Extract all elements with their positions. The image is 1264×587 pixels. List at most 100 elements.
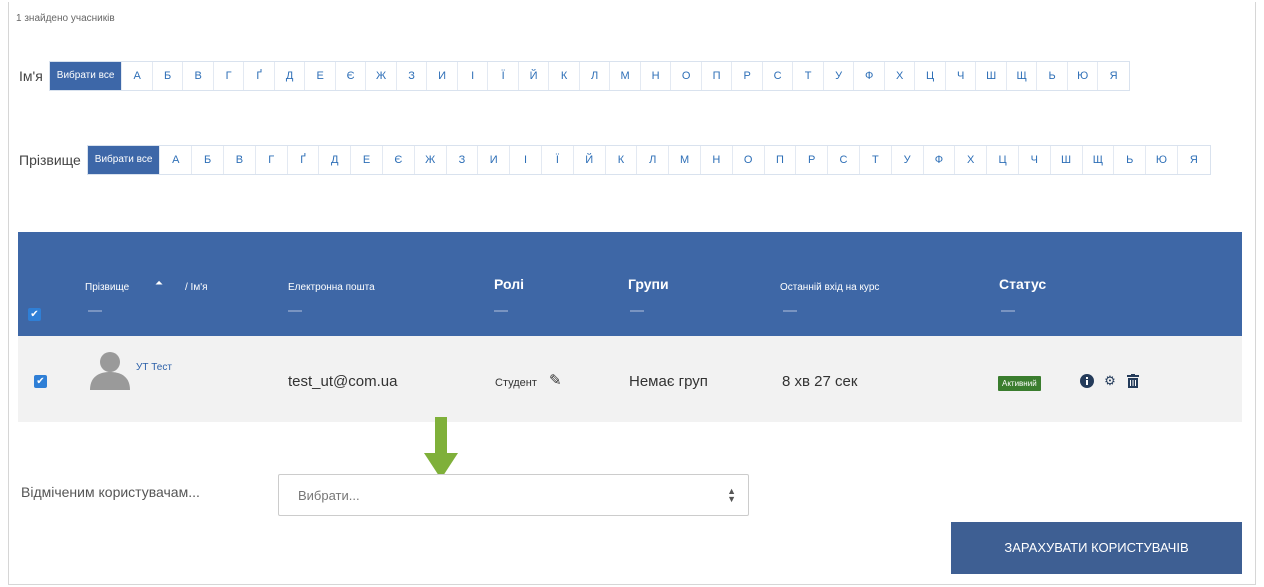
lastname-letter[interactable]: С xyxy=(828,146,860,174)
firstname-letter[interactable]: Х xyxy=(885,62,916,90)
firstname-letter[interactable]: І xyxy=(458,62,489,90)
firstname-letter[interactable]: М xyxy=(610,62,641,90)
firstname-letter[interactable]: О xyxy=(671,62,702,90)
firstname-letter[interactable]: З xyxy=(397,62,428,90)
firstname-letter[interactable]: Ц xyxy=(915,62,946,90)
lastname-letter[interactable]: Ч xyxy=(1019,146,1051,174)
lastname-letter[interactable]: О xyxy=(733,146,765,174)
firstname-letter[interactable]: А xyxy=(122,62,153,90)
lastname-letter[interactable]: Б xyxy=(192,146,224,174)
lastname-letter[interactable]: Ш xyxy=(1051,146,1083,174)
lastname-letter[interactable]: Й xyxy=(574,146,606,174)
select-all-checkbox[interactable]: ✔ xyxy=(28,308,41,321)
lastname-letters: Вибрати все АБВГҐДЕЄЖЗИІЇЙКЛМНОПРСТУФХЦЧ… xyxy=(86,145,1211,175)
bulk-action-select-value: Вибрати... xyxy=(298,488,360,503)
column-email[interactable]: Електронна пошта xyxy=(288,282,375,293)
lastname-letter[interactable]: Ц xyxy=(987,146,1019,174)
firstname-letter[interactable]: Л xyxy=(580,62,611,90)
lastname-filter: Прізвище Вибрати все АБВГҐДЕЄЖЗИІЇЙКЛМНО… xyxy=(19,145,1211,175)
lastname-letter[interactable]: Х xyxy=(955,146,988,174)
firstname-letter[interactable]: Г xyxy=(214,62,245,90)
lastname-letter[interactable]: У xyxy=(892,146,924,174)
lastname-letter[interactable]: В xyxy=(224,146,256,174)
lastname-letter[interactable]: Ї xyxy=(542,146,574,174)
column-lastname[interactable]: Прізвище xyxy=(85,282,129,293)
lastname-letter[interactable]: Н xyxy=(701,146,733,174)
lastname-letter[interactable]: А xyxy=(160,146,193,174)
lastname-letter[interactable]: Т xyxy=(860,146,892,174)
firstname-letter[interactable]: Ж xyxy=(366,62,397,90)
lastname-letter[interactable]: Ґ xyxy=(288,146,320,174)
lastname-letter[interactable]: К xyxy=(606,146,638,174)
firstname-letter[interactable]: Ґ xyxy=(244,62,275,90)
table-header: ✔ Прізвище ⏶ / Ім'я Електронна пошта Рол… xyxy=(18,232,1242,336)
firstname-letter[interactable]: Ф xyxy=(854,62,885,90)
row-checkbox[interactable]: ✔ xyxy=(34,375,47,388)
user-name-link[interactable]: УТ Тест xyxy=(136,362,172,373)
lastname-letter[interactable]: И xyxy=(478,146,511,174)
firstname-letters: Вибрати все АБВГҐДЕЄЖЗИІЇЙКЛМНОПРСТУФХЦЧ… xyxy=(48,61,1130,91)
firstname-letter[interactable]: Й xyxy=(519,62,550,90)
column-last-access[interactable]: Останній вхід на курс xyxy=(780,282,879,293)
lastname-letter[interactable]: Р xyxy=(796,146,829,174)
column-lastname-collapse[interactable] xyxy=(88,310,102,312)
gear-icon[interactable]: ⚙ xyxy=(1103,374,1117,388)
firstname-letter[interactable]: У xyxy=(824,62,855,90)
firstname-letter[interactable]: Ч xyxy=(946,62,977,90)
lastname-letter[interactable]: Ж xyxy=(415,146,447,174)
lastname-letter[interactable]: Щ xyxy=(1083,146,1115,174)
firstname-letter[interactable]: И xyxy=(427,62,458,90)
lastname-letter[interactable]: Д xyxy=(319,146,352,174)
firstname-letter[interactable]: Д xyxy=(275,62,306,90)
lastname-letter[interactable]: І xyxy=(510,146,542,174)
bulk-action-select[interactable]: Вибрати... ▲ ▼ xyxy=(278,474,749,516)
user-role: Студент xyxy=(495,377,537,389)
lastname-filter-label: Прізвище xyxy=(19,152,81,168)
lastname-letter[interactable]: Ю xyxy=(1146,146,1178,174)
column-roles-collapse[interactable] xyxy=(494,310,508,312)
firstname-letter[interactable]: Р xyxy=(732,62,763,90)
firstname-letter[interactable]: П xyxy=(702,62,733,90)
firstname-letter[interactable]: Ш xyxy=(976,62,1007,90)
column-last-access-collapse[interactable] xyxy=(783,310,797,312)
trash-icon[interactable] xyxy=(1126,374,1140,388)
column-groups-collapse[interactable] xyxy=(630,310,644,312)
firstname-letter[interactable]: Н xyxy=(641,62,672,90)
firstname-letter[interactable]: Ю xyxy=(1068,62,1099,90)
lastname-select-all[interactable]: Вибрати все xyxy=(87,146,161,174)
lastname-letter[interactable]: Л xyxy=(637,146,670,174)
firstname-filter-label: Ім'я xyxy=(19,68,43,84)
user-email: test_ut@com.ua xyxy=(288,373,398,390)
firstname-letter[interactable]: Т xyxy=(793,62,824,90)
firstname-letter[interactable]: Б xyxy=(153,62,184,90)
lastname-letter[interactable]: Я xyxy=(1178,146,1210,174)
lastname-letter[interactable]: Е xyxy=(351,146,383,174)
column-email-collapse[interactable] xyxy=(288,310,302,312)
column-status-collapse[interactable] xyxy=(1001,310,1015,312)
info-icon[interactable] xyxy=(1080,374,1094,388)
column-firstname[interactable]: / Ім'я xyxy=(185,282,208,293)
enrol-users-button[interactable]: ЗАРАХУВАТИ КОРИСТУВАЧІВ xyxy=(951,522,1242,574)
lastname-letter[interactable]: Ф xyxy=(924,146,956,174)
firstname-letter[interactable]: К xyxy=(549,62,580,90)
firstname-letter[interactable]: С xyxy=(763,62,794,90)
sort-up-icon[interactable]: ⏶ xyxy=(155,278,163,289)
column-roles: Ролі xyxy=(494,276,524,292)
firstname-select-all[interactable]: Вибрати все xyxy=(49,62,123,90)
lastname-letter[interactable]: Г xyxy=(256,146,288,174)
lastname-letter[interactable]: Є xyxy=(383,146,415,174)
lastname-letter[interactable]: М xyxy=(669,146,701,174)
firstname-letter[interactable]: Е xyxy=(305,62,336,90)
user-groups: Немає груп xyxy=(629,373,708,390)
lastname-letter[interactable]: З xyxy=(447,146,479,174)
lastname-letter[interactable]: Ь xyxy=(1114,146,1147,174)
edit-role-pencil-icon[interactable]: ✎ xyxy=(549,371,562,389)
firstname-letter[interactable]: Є xyxy=(336,62,367,90)
firstname-letter[interactable]: В xyxy=(183,62,214,90)
firstname-letter[interactable]: Щ xyxy=(1007,62,1038,90)
firstname-letter[interactable]: Ї xyxy=(488,62,519,90)
lastname-letter[interactable]: П xyxy=(765,146,797,174)
user-avatar-icon xyxy=(90,352,130,390)
firstname-letter[interactable]: Я xyxy=(1098,62,1129,90)
firstname-letter[interactable]: Ь xyxy=(1037,62,1068,90)
